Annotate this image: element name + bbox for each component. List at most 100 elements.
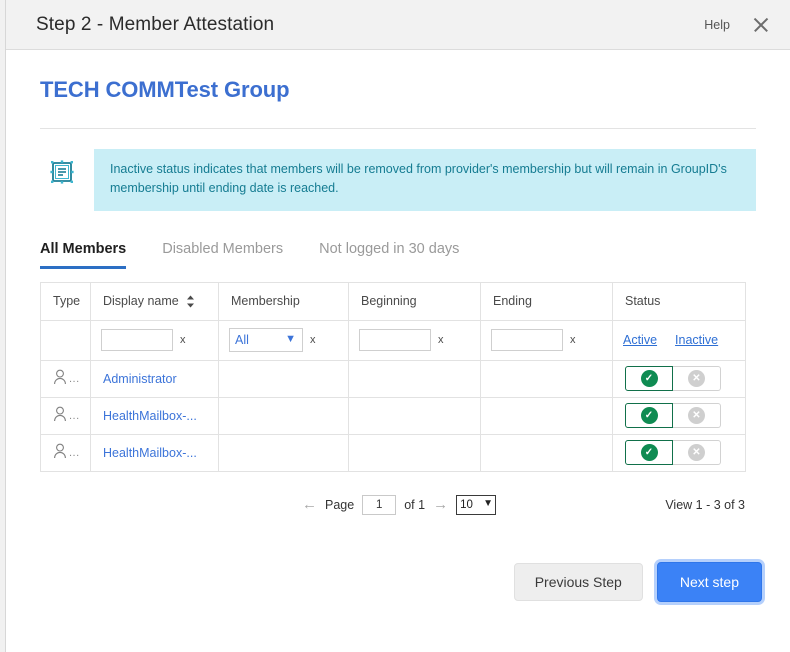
filter-beginning-input[interactable] <box>359 329 431 352</box>
display-name-link[interactable]: Administrator <box>103 372 206 386</box>
cell-beginning <box>348 359 481 398</box>
previous-step-button[interactable]: Previous Step <box>513 563 643 601</box>
filter-cell-membership: All ▼ x <box>218 319 349 361</box>
cell-membership <box>218 433 349 472</box>
clear-membership-filter[interactable]: x <box>310 334 316 346</box>
previous-page-arrow-icon[interactable]: ← <box>302 497 317 512</box>
status-inactive-option[interactable]: ✕ <box>673 403 721 429</box>
table-row[interactable]: ... Administrator ✓ ✕ <box>40 359 746 398</box>
cell-beginning <box>348 396 481 435</box>
filter-membership-select[interactable]: All <box>229 328 303 353</box>
dialog-footer: Previous Step Next step <box>513 562 762 602</box>
dialog-title: Step 2 - Member Attestation <box>36 13 275 35</box>
table-filter-row: x All ▼ x x x Active Inactive <box>40 319 746 361</box>
cell-display-name: Administrator <box>90 359 219 398</box>
cell-status: ✓ ✕ <box>612 433 746 472</box>
cross-icon: ✕ <box>688 444 705 462</box>
filter-ending-input[interactable] <box>491 329 563 352</box>
cell-ending <box>480 433 613 472</box>
cell-display-name: HealthMailbox-... <box>90 396 219 435</box>
cell-membership <box>218 359 349 398</box>
info-banner-text: Inactive status indicates that members w… <box>94 149 756 211</box>
help-link[interactable]: Help <box>704 18 730 32</box>
next-step-button[interactable]: Next step <box>656 562 762 602</box>
tab-not-logged-in-30-days[interactable]: Not logged in 30 days <box>319 237 459 269</box>
dialog-body: TECH COMMTest Group Inactive status indi… <box>6 50 790 518</box>
type-overflow-ellipsis: ... <box>69 446 80 459</box>
page-size-select[interactable]: 10 <box>456 494 497 515</box>
dialog-window: Step 2 - Member Attestation Help TECH CO… <box>6 0 790 652</box>
column-label-beginning: Beginning <box>361 294 417 309</box>
column-label-display-name: Display name <box>103 294 179 309</box>
page-total-label: of 1 <box>404 497 426 512</box>
display-name-link[interactable]: HealthMailbox-... <box>103 409 206 423</box>
status-active-option[interactable]: ✓ <box>625 366 673 392</box>
column-label-type: Type <box>53 294 81 309</box>
status-inactive-option[interactable]: ✕ <box>673 366 721 392</box>
column-header-display-name[interactable]: Display name <box>90 281 219 321</box>
status-toggle[interactable]: ✓ ✕ <box>625 366 721 392</box>
cell-ending <box>480 359 613 398</box>
table-header-row: Type Display name Membership Beginning E… <box>40 281 746 321</box>
status-toggle[interactable]: ✓ ✕ <box>625 440 721 466</box>
cell-ending <box>480 396 613 435</box>
column-label-membership: Membership <box>231 294 300 309</box>
cell-display-name: HealthMailbox-... <box>90 433 219 472</box>
person-icon <box>53 406 68 425</box>
page-label: Page <box>325 497 355 512</box>
cell-beginning <box>348 433 481 472</box>
tab-all-members[interactable]: All Members <box>40 237 127 269</box>
info-banner-row: Inactive status indicates that members w… <box>40 149 756 211</box>
cross-icon: ✕ <box>688 407 705 425</box>
notice-document-icon <box>40 149 84 185</box>
status-inactive-option[interactable]: ✕ <box>673 440 721 466</box>
title-divider <box>40 128 756 129</box>
column-header-ending: Ending <box>480 281 613 321</box>
cell-type: ... <box>40 359 91 398</box>
filter-cell-ending: x <box>480 319 613 361</box>
members-table: Type Display name Membership Beginning E… <box>40 281 746 472</box>
display-name-link[interactable]: HealthMailbox-... <box>103 446 206 460</box>
check-icon: ✓ <box>640 444 658 462</box>
clear-ending-filter[interactable]: x <box>570 334 576 346</box>
column-header-type: Type <box>40 281 91 321</box>
record-count-label: View 1 - 3 of 3 <box>665 497 745 512</box>
column-label-ending: Ending <box>493 294 532 309</box>
filter-status-active-link[interactable]: Active <box>623 333 657 347</box>
page-number-input[interactable] <box>362 494 397 515</box>
filter-cell-type <box>40 319 91 361</box>
filter-cell-display-name: x <box>90 319 219 361</box>
cell-type: ... <box>40 396 91 435</box>
filter-display-name-input[interactable] <box>101 329 173 352</box>
column-header-status: Status <box>612 281 746 321</box>
pagination-bar: ← Page of 1 → 10 ▼ View 1 - 3 of 3 <box>40 492 745 518</box>
status-toggle[interactable]: ✓ ✕ <box>625 403 721 429</box>
sort-icon[interactable] <box>186 295 195 308</box>
member-tabs: All Members Disabled Members Not logged … <box>40 237 756 269</box>
column-header-beginning: Beginning <box>348 281 481 321</box>
cell-status: ✓ ✕ <box>612 396 746 435</box>
table-row[interactable]: ... HealthMailbox-... ✓ ✕ <box>40 433 746 472</box>
tab-disabled-members[interactable]: Disabled Members <box>162 237 283 269</box>
type-overflow-ellipsis: ... <box>69 409 80 422</box>
table-row[interactable]: ... HealthMailbox-... ✓ ✕ <box>40 396 746 435</box>
cell-status: ✓ ✕ <box>612 359 746 398</box>
clear-display-name-filter[interactable]: x <box>180 334 186 346</box>
cross-icon: ✕ <box>688 370 705 388</box>
pagination-controls: ← Page of 1 → 10 ▼ <box>302 494 497 515</box>
filter-cell-beginning: x <box>348 319 481 361</box>
check-icon: ✓ <box>640 370 658 388</box>
next-page-arrow-icon[interactable]: → <box>433 497 448 512</box>
status-active-option[interactable]: ✓ <box>625 440 673 466</box>
filter-cell-status: Active Inactive <box>612 319 746 361</box>
check-icon: ✓ <box>640 407 658 425</box>
dialog-titlebar: Step 2 - Member Attestation Help <box>6 0 790 50</box>
status-active-option[interactable]: ✓ <box>625 403 673 429</box>
column-label-status: Status <box>625 294 661 309</box>
person-icon <box>53 369 68 388</box>
cell-membership <box>218 396 349 435</box>
close-icon[interactable] <box>750 14 772 36</box>
filter-status-inactive-link[interactable]: Inactive <box>675 333 718 347</box>
group-title: TECH COMMTest Group <box>40 77 290 102</box>
clear-beginning-filter[interactable]: x <box>438 334 444 346</box>
